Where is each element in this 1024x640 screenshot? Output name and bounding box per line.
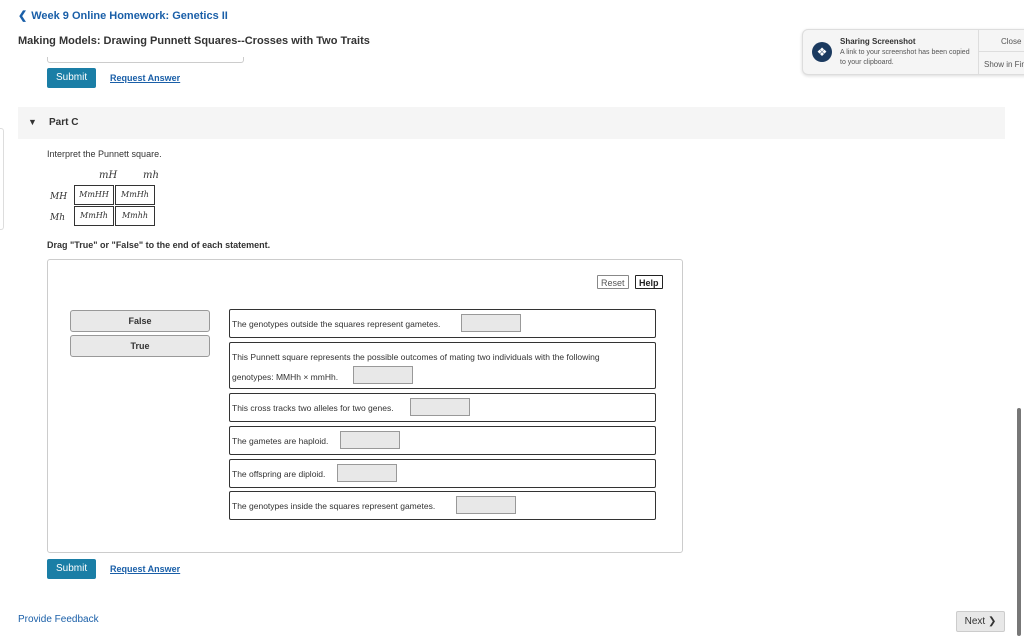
statement-text: The offspring are diploid.: [232, 469, 326, 479]
notification-close-button[interactable]: Close: [1001, 37, 1021, 46]
submit-button-top[interactable]: Submit: [47, 68, 97, 88]
false-tile[interactable]: False: [70, 310, 210, 332]
provide-feedback-link[interactable]: Provide Feedback: [18, 614, 99, 625]
part-c-header[interactable]: ▼ Part C: [18, 107, 1005, 139]
next-label: Next: [964, 616, 986, 627]
notification-divider: [978, 30, 979, 74]
next-button[interactable]: Next ❯: [956, 611, 1005, 632]
request-answer-link[interactable]: Request Answer: [110, 564, 180, 574]
punnett-square: mH mh MH Mh MmHH MmHh MmHh Mmhh: [48, 168, 168, 230]
statement-row: This Punnett square represents the possi…: [229, 342, 656, 389]
true-tile[interactable]: True: [70, 335, 210, 357]
statement-row: The genotypes inside the squares represe…: [229, 491, 656, 520]
statement-text: The genotypes inside the squares represe…: [232, 501, 436, 511]
statement-row: This cross tracks two alleles for two ge…: [229, 393, 656, 422]
statement-text: This cross tracks two alleles for two ge…: [232, 403, 394, 413]
back-link-label: Week 9 Online Homework: Genetics II: [31, 9, 228, 22]
answer-drop-target[interactable]: [340, 431, 400, 449]
statement-text: This Punnett square represents the possi…: [232, 352, 600, 362]
punnett-cell: MmHH: [74, 185, 114, 205]
side-tab[interactable]: [0, 128, 4, 230]
punnett-cell: Mmhh: [115, 206, 155, 226]
help-button[interactable]: Help: [635, 275, 663, 289]
punnett-row-header: Mh: [50, 213, 66, 223]
answer-drop-target[interactable]: [353, 366, 413, 384]
notification-divider: [978, 51, 1024, 52]
punnett-cell: MmHh: [115, 185, 155, 205]
previous-answer-field[interactable]: [47, 57, 244, 63]
punnett-column-header: mh: [143, 170, 159, 181]
submit-button[interactable]: Submit: [47, 559, 97, 579]
punnett-cell: MmHh: [74, 206, 114, 226]
screenshot-notification[interactable]: ❖ Sharing Screenshot A link to your scre…: [802, 29, 1024, 75]
answer-drop-target[interactable]: [410, 398, 470, 416]
punnett-column-header: mH: [99, 170, 118, 181]
answer-drop-target[interactable]: [337, 464, 397, 482]
instruction-text: Interpret the Punnett square.: [47, 149, 162, 159]
chevron-right-icon: ❯: [987, 616, 997, 627]
notification-body: A link to your screenshot has been copie…: [840, 49, 970, 66]
statement-row: The gametes are haploid.: [229, 426, 656, 455]
back-link[interactable]: ❮ Week 9 Online Homework: Genetics II: [18, 9, 228, 23]
notification-title: Sharing Screenshot: [840, 37, 916, 46]
statement-text: The gametes are haploid.: [232, 436, 329, 446]
request-answer-link-top[interactable]: Request Answer: [110, 73, 180, 83]
drag-drop-panel: Reset Help False True The genotypes outs…: [47, 259, 683, 553]
triangle-down-icon[interactable]: ▼: [28, 117, 37, 127]
statement-text-line2: genotypes: MMHh × mmHh.: [232, 372, 339, 382]
statement-row: The genotypes outside the squares repres…: [229, 309, 656, 338]
answer-drop-target[interactable]: [461, 314, 521, 332]
punnett-row-header: MH: [50, 192, 68, 202]
answer-drop-target[interactable]: [456, 496, 516, 514]
scrollbar[interactable]: [1017, 408, 1021, 636]
part-label: Part C: [49, 117, 79, 128]
drag-instruction: Drag "True" or "False" to the end of eac…: [47, 240, 271, 250]
reset-button[interactable]: Reset: [597, 275, 629, 289]
statement-row: The offspring are diploid.: [229, 459, 656, 488]
page-title: Making Models: Drawing Punnett Squares--…: [18, 35, 370, 47]
dropbox-icon: ❖: [812, 42, 832, 62]
statement-text: The genotypes outside the squares repres…: [232, 319, 441, 329]
notification-show-button[interactable]: Show in Finder: [984, 60, 1024, 69]
chevron-left-icon: ❮: [18, 10, 28, 22]
